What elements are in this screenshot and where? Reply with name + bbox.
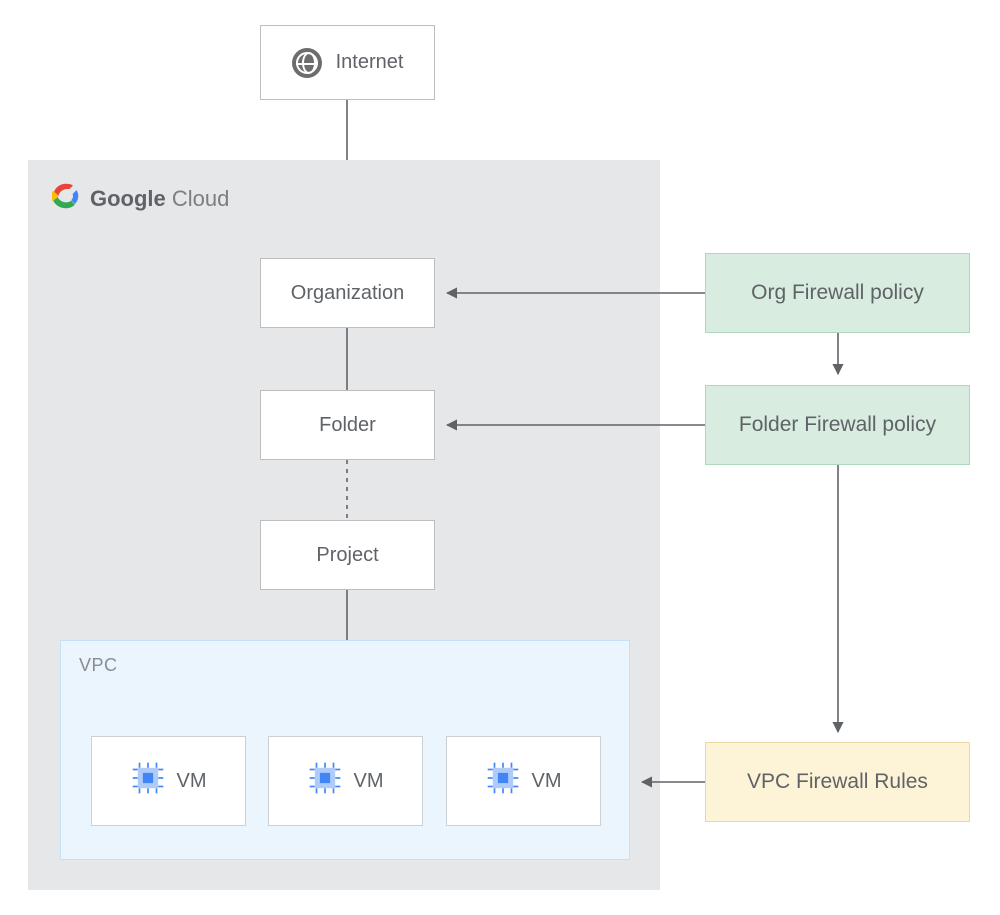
project-node: Project [260, 520, 435, 590]
vm-label: VM [354, 770, 384, 793]
vm-label: VM [177, 770, 207, 793]
folder-label: Folder [319, 414, 376, 437]
folder-firewall-policy-node: Folder Firewall policy [705, 385, 970, 465]
organization-label: Organization [291, 282, 404, 305]
vpc-firewall-rules-node: VPC Firewall Rules [705, 742, 970, 822]
vm-node: VM [446, 736, 601, 826]
vm-node: VM [91, 736, 246, 826]
chip-icon [486, 761, 520, 801]
chip-icon [308, 761, 342, 801]
brand-light: Cloud [172, 186, 229, 211]
org-firewall-policy-node: Org Firewall policy [705, 253, 970, 333]
folder-node: Folder [260, 390, 435, 460]
project-label: Project [316, 544, 378, 567]
internet-node: Internet [260, 25, 435, 100]
org-firewall-policy-label: Org Firewall policy [751, 281, 924, 305]
google-cloud-logo-icon [52, 182, 80, 216]
internet-label: Internet [336, 51, 404, 74]
vpc-firewall-rules-label: VPC Firewall Rules [747, 770, 928, 794]
vpc-title: VPC [79, 655, 118, 676]
folder-firewall-policy-label: Folder Firewall policy [739, 413, 936, 437]
vm-label: VM [532, 770, 562, 793]
chip-icon [131, 761, 165, 801]
globe-icon [292, 48, 322, 78]
organization-node: Organization [260, 258, 435, 328]
vpc-panel: VPC VM [60, 640, 630, 860]
vm-node: VM [268, 736, 423, 826]
brand-bold: Google [90, 186, 166, 211]
google-cloud-title: Google Cloud [52, 182, 636, 216]
